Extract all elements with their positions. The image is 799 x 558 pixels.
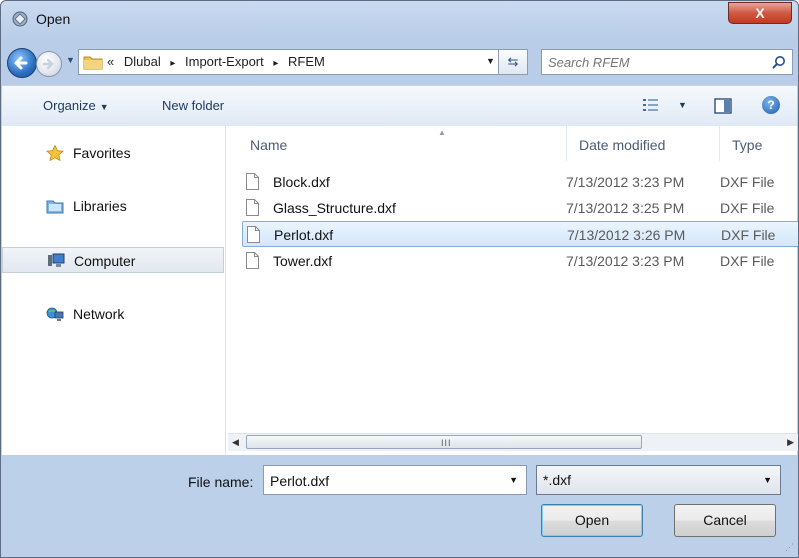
file-date: 7/13/2012 3:23 PM xyxy=(566,174,685,190)
views-dropdown-icon[interactable]: ▼ xyxy=(678,100,687,110)
horizontal-scrollbar[interactable]: ◀ III ▶ xyxy=(228,433,798,451)
open-button[interactable]: Open xyxy=(541,504,643,537)
cancel-button[interactable]: Cancel xyxy=(674,504,776,537)
file-name-combo[interactable]: ▼ xyxy=(263,465,527,495)
organize-label: Organize xyxy=(43,98,96,113)
content-area: Favorites Libraries Computer Network Nam… xyxy=(2,126,798,455)
nav-item-favorites[interactable]: Favorites xyxy=(2,140,224,166)
breadcrumb: « Dlubal ▸ Import-Export ▸ RFEM xyxy=(107,54,325,69)
file-type: DXF File xyxy=(720,200,775,216)
open-dialog: Open X ▼ « Dlubal ▸ Import-Export ▸ RFEM… xyxy=(0,0,799,558)
file-date: 7/13/2012 3:26 PM xyxy=(567,227,686,243)
resize-grip-icon[interactable]: ⋰ xyxy=(785,542,794,553)
file-type-filter-value: *.dxf xyxy=(543,472,572,488)
chevron-down-icon: ▼ xyxy=(99,102,109,112)
file-name-label: File name: xyxy=(188,474,254,490)
file-row[interactable]: Block.dxf 7/13/2012 3:23 PM DXF File xyxy=(242,169,798,195)
chevron-down-icon[interactable]: ▼ xyxy=(509,475,518,485)
file-name: Perlot.dxf xyxy=(274,227,334,243)
breadcrumb-item-dlubal[interactable]: Dlubal xyxy=(124,54,161,69)
back-arrow-icon xyxy=(14,56,28,70)
command-bar: Organize ▼ New folder ▼ ? xyxy=(2,85,797,127)
scroll-right-icon[interactable]: ▶ xyxy=(787,437,794,448)
recent-locations-dropdown-icon[interactable]: ▼ xyxy=(66,55,75,65)
column-header-name[interactable]: Name ▲ xyxy=(238,126,566,161)
close-button[interactable]: X xyxy=(728,2,792,24)
computer-icon xyxy=(48,253,65,267)
address-bar[interactable]: « Dlubal ▸ Import-Export ▸ RFEM ▼ xyxy=(78,49,521,75)
address-dropdown-icon[interactable]: ▼ xyxy=(486,56,495,66)
star-icon xyxy=(46,145,64,161)
file-name: Block.dxf xyxy=(273,174,330,190)
folder-icon xyxy=(83,56,103,70)
nav-label: Libraries xyxy=(73,198,127,214)
forward-arrow-icon xyxy=(42,58,54,70)
file-type: DXF File xyxy=(720,253,775,269)
file-icon xyxy=(246,173,259,190)
search-icon[interactable] xyxy=(772,55,786,69)
file-icon xyxy=(246,252,259,269)
column-header-date-modified[interactable]: Date modified xyxy=(567,126,719,161)
nav-label: Computer xyxy=(74,253,136,269)
breadcrumb-item-rfem[interactable]: RFEM xyxy=(288,54,325,69)
file-type: DXF File xyxy=(721,227,776,243)
refresh-icon: ⇆ xyxy=(507,54,519,69)
network-icon xyxy=(46,307,64,321)
file-date: 7/13/2012 3:25 PM xyxy=(566,200,685,216)
forward-button[interactable] xyxy=(36,51,62,77)
sort-ascending-icon: ▲ xyxy=(438,128,446,137)
scrollbar-grip: III xyxy=(441,438,452,448)
file-name: Tower.dxf xyxy=(273,253,333,269)
file-date: 7/13/2012 3:23 PM xyxy=(566,253,685,269)
close-icon: X xyxy=(755,5,765,21)
organize-button[interactable]: Organize ▼ xyxy=(43,98,109,113)
open-dialog-icon xyxy=(12,11,28,27)
nav-item-libraries[interactable]: Libraries xyxy=(2,193,224,219)
scroll-left-icon[interactable]: ◀ xyxy=(232,437,239,448)
preview-pane-icon[interactable] xyxy=(714,98,732,114)
file-row[interactable]: Tower.dxf 7/13/2012 3:23 PM DXF File xyxy=(242,248,798,274)
file-name: Glass_Structure.dxf xyxy=(273,200,396,216)
column-header-label: Type xyxy=(732,137,763,153)
breadcrumb-item-import-export[interactable]: Import-Export xyxy=(185,54,264,69)
file-name-input[interactable] xyxy=(270,472,490,490)
help-icon[interactable]: ? xyxy=(762,96,780,114)
file-icon xyxy=(247,226,260,243)
column-header-label: Date modified xyxy=(579,137,666,153)
file-type-filter[interactable]: *.dxf ▼ xyxy=(536,465,781,495)
breadcrumb-separator-icon[interactable]: ▸ xyxy=(170,58,175,69)
scrollbar-thumb[interactable]: III xyxy=(246,435,642,449)
breadcrumb-separator-icon[interactable]: ▸ xyxy=(273,58,278,69)
chevron-down-icon: ▼ xyxy=(763,475,772,485)
nav-label: Network xyxy=(73,306,125,322)
new-folder-button[interactable]: New folder xyxy=(162,98,224,113)
back-button[interactable] xyxy=(7,48,37,78)
views-icon[interactable] xyxy=(642,97,660,113)
libraries-icon xyxy=(46,200,64,214)
column-header-type[interactable]: Type xyxy=(720,126,797,161)
new-folder-label: New folder xyxy=(162,98,225,113)
refresh-button[interactable]: ⇆ xyxy=(498,49,528,75)
column-header-label: Name xyxy=(250,137,288,153)
file-row-selected[interactable]: Perlot.dxf 7/13/2012 3:26 PM DXF File xyxy=(242,221,798,247)
navigation-pane[interactable]: Favorites Libraries Computer Network xyxy=(2,126,226,455)
nav-label: Favorites xyxy=(73,145,131,161)
file-list[interactable]: Name ▲ Date modified Type Block.dxf 7/13… xyxy=(226,126,798,455)
file-row[interactable]: Glass_Structure.dxf 7/13/2012 3:25 PM DX… xyxy=(242,195,798,221)
breadcrumb-overflow[interactable]: « xyxy=(107,54,114,69)
title-bar[interactable]: Open X xyxy=(1,1,798,39)
nav-item-network[interactable]: Network xyxy=(2,301,224,327)
file-type: DXF File xyxy=(720,174,775,190)
window-title: Open xyxy=(36,11,71,27)
file-icon xyxy=(246,199,259,216)
nav-item-computer[interactable]: Computer xyxy=(2,247,224,273)
search-box[interactable] xyxy=(541,49,793,75)
search-input[interactable] xyxy=(548,53,758,71)
